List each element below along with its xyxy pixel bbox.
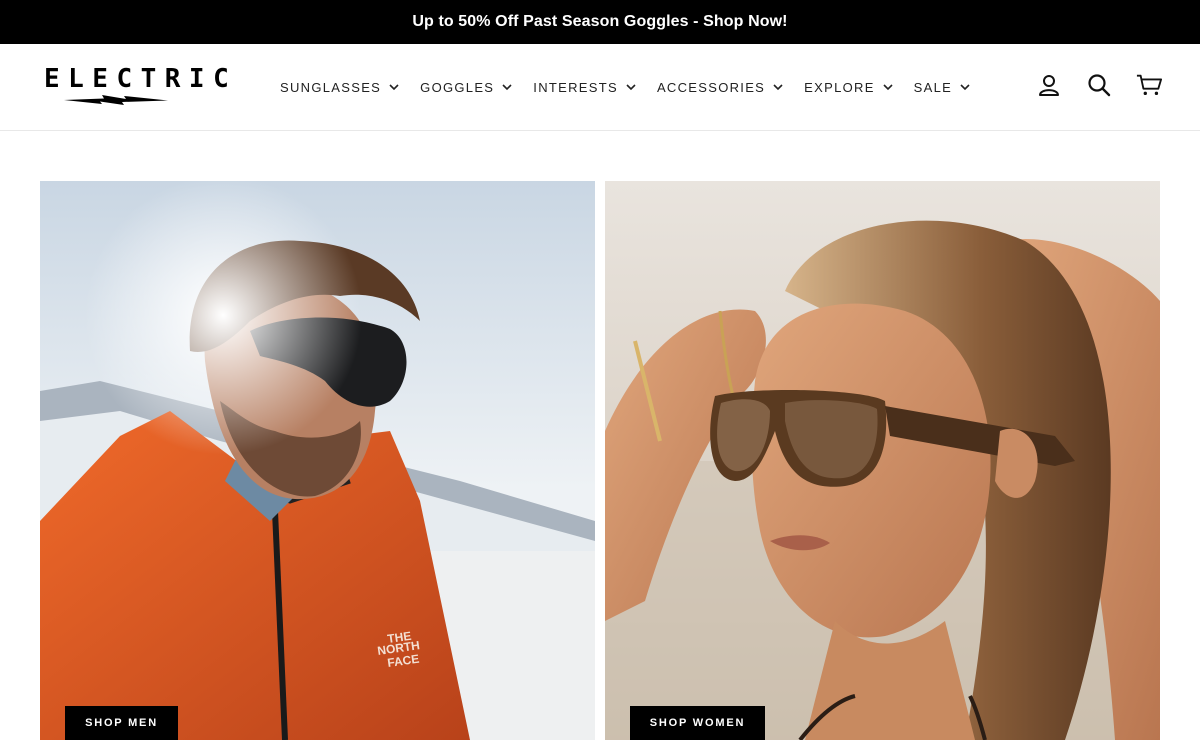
hero-men-panel[interactable]: THE NORTH FACE SHOP MEN — [40, 181, 595, 740]
nav-item-label: EXPLORE — [804, 79, 875, 95]
women-hero-image — [605, 181, 1160, 740]
header-actions — [1036, 72, 1162, 98]
nav-item-label: ACCESSORIES — [656, 79, 766, 95]
logo-wordmark: ELECTRIC — [44, 64, 238, 94]
nav-item-accessories[interactable]: ACCESSORIES — [657, 80, 784, 95]
nav-item-label: SUNGLASSES — [280, 79, 382, 95]
nav-item-label: SALE — [913, 79, 953, 95]
hero-women-panel[interactable]: SHOP WOMEN — [605, 181, 1160, 740]
nav-item-label: INTERESTS — [533, 79, 618, 95]
shop-men-label: SHOP MEN — [85, 717, 158, 729]
nav-item-sale[interactable]: SALE — [914, 80, 971, 95]
search-icon[interactable] — [1086, 72, 1112, 98]
nav-item-goggles[interactable]: GOGGLES — [420, 80, 513, 95]
chevron-down-icon — [960, 84, 970, 91]
men-hero-image: THE NORTH FACE — [40, 181, 595, 740]
nav-item-interests[interactable]: INTERESTS — [533, 80, 637, 95]
chevron-down-icon — [389, 84, 399, 91]
lightning-bolt-icon — [64, 95, 168, 105]
main-nav: SUNGLASSES GOGGLES INTERESTS ACCESSORIES… — [280, 44, 991, 130]
nav-item-explore[interactable]: EXPLORE — [804, 80, 894, 95]
account-icon[interactable] — [1036, 72, 1062, 98]
chevron-down-icon — [883, 84, 893, 91]
cart-icon[interactable] — [1136, 72, 1162, 98]
shop-women-label: SHOP WOMEN — [649, 717, 746, 729]
nav-item-sunglasses[interactable]: SUNGLASSES — [280, 80, 400, 95]
brand-logo[interactable]: ELECTRIC — [40, 64, 229, 110]
site-header: ELECTRIC SUNGLASSES GOGGLES INTERESTS AC… — [0, 44, 1200, 131]
shop-men-button[interactable]: SHOP MEN — [65, 706, 178, 740]
chevron-down-icon — [773, 84, 783, 91]
chevron-down-icon — [626, 84, 636, 91]
nav-item-label: GOGGLES — [420, 79, 495, 95]
chevron-down-icon — [502, 84, 512, 91]
announcement-text: Up to 50% Off Past Season Goggles - Shop… — [412, 13, 788, 30]
announcement-bar[interactable]: Up to 50% Off Past Season Goggles - Shop… — [0, 0, 1200, 44]
shop-women-button[interactable]: SHOP WOMEN — [630, 706, 765, 740]
